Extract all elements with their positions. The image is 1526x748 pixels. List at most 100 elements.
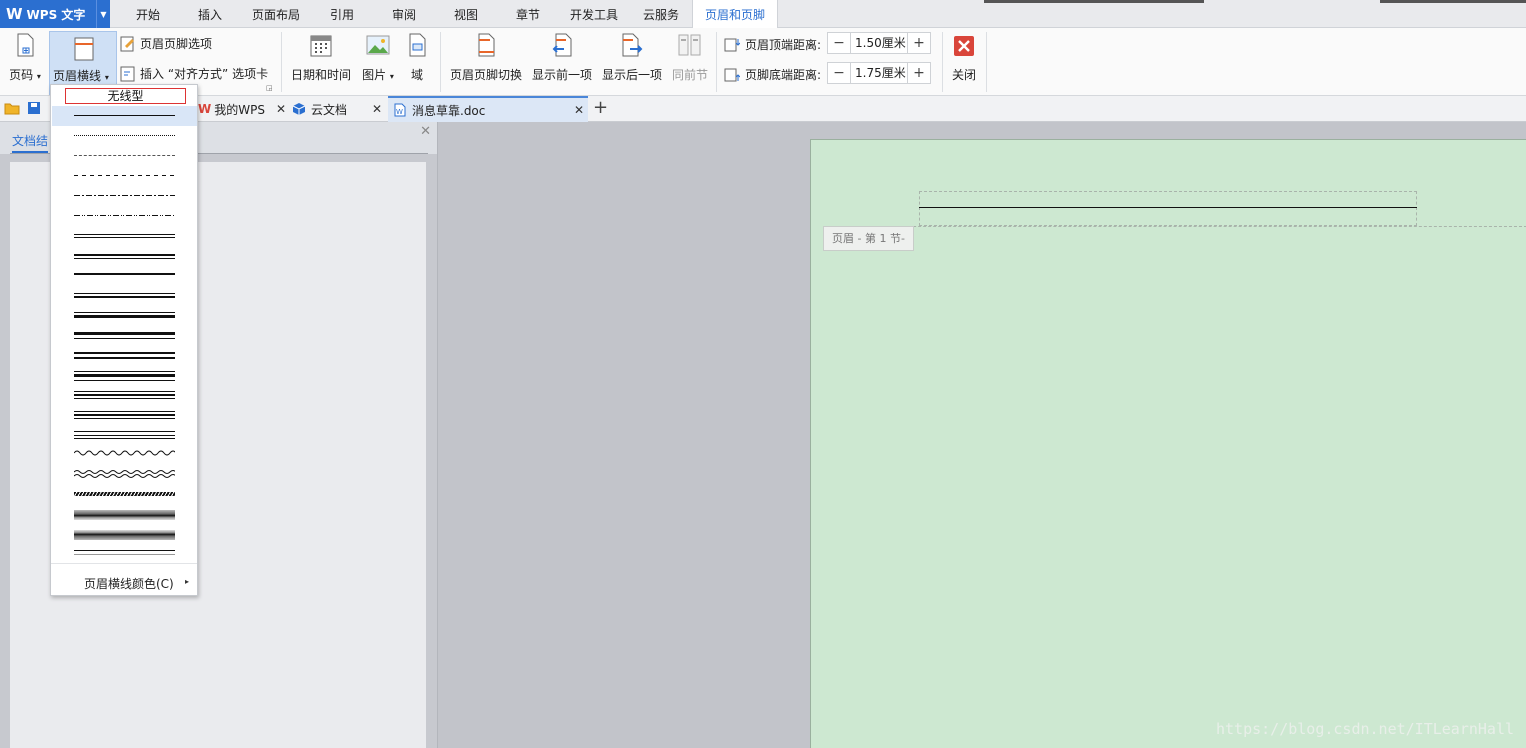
header-top-distance-label: 页眉顶端距离: xyxy=(745,38,822,52)
open-folder-icon[interactable] xyxy=(4,101,20,118)
save-icon[interactable] xyxy=(27,101,41,118)
line-style-single[interactable] xyxy=(74,115,175,116)
close-header-footer-button[interactable]: 关闭 xyxy=(948,32,980,83)
app-menu-button[interactable]: W WPS 文字 ▼ xyxy=(0,0,110,28)
line-style-double[interactable] xyxy=(74,234,175,238)
tab-start[interactable]: 开始 xyxy=(122,0,174,28)
cube-icon xyxy=(292,103,306,115)
header-top-distance-input[interactable]: 1.50厘米 xyxy=(850,33,908,53)
field-button[interactable]: 域 xyxy=(402,32,432,83)
tab-developer[interactable]: 开发工具 xyxy=(564,0,624,28)
tab-references[interactable]: 引用 xyxy=(318,0,366,28)
line-style-embossed[interactable] xyxy=(74,510,175,520)
header-area[interactable] xyxy=(919,191,1417,226)
line-style-double-wave[interactable] xyxy=(74,469,175,478)
show-previous-button[interactable]: 显示前一项 xyxy=(530,32,594,83)
ribbon: 页码 ▾ 页眉横线 ▾ 页眉页脚选项 插入 “对齐方式” 选项卡 ◲ 日期和时间 xyxy=(0,28,1526,96)
edit-page-icon xyxy=(120,36,134,51)
insert-align-tab-button[interactable]: 插入 “对齐方式” 选项卡 xyxy=(120,65,268,82)
same-as-previous-button[interactable]: 同前节 xyxy=(670,32,710,83)
header-line-icon xyxy=(74,37,94,61)
dialog-launcher-icon[interactable]: ◲ xyxy=(266,84,273,92)
footer-bottom-distance-input[interactable]: 1.75厘米 xyxy=(850,63,908,83)
tab-label: 云文档 xyxy=(311,102,348,117)
header-footer-switch-button[interactable]: 页眉页脚切换 xyxy=(448,32,524,83)
chevron-down-icon: ▾ xyxy=(389,72,394,81)
tab-review[interactable]: 审阅 xyxy=(380,0,428,28)
header-top-distance-stepper[interactable]: − 1.50厘米 + xyxy=(827,32,931,54)
line-style-engraved[interactable] xyxy=(74,530,175,540)
date-time-button[interactable]: 日期和时间 xyxy=(288,32,354,83)
show-next-button[interactable]: 显示后一项 xyxy=(600,32,664,83)
close-icon[interactable]: ✕ xyxy=(372,102,382,116)
document-page[interactable]: 页眉 - 第 1 节- https://blog.csdn.net/ITLear… xyxy=(810,139,1526,748)
line-style-wave[interactable] xyxy=(74,449,175,457)
ribbon-divider xyxy=(986,32,987,92)
line-style-triple[interactable] xyxy=(74,371,175,381)
insert-align-tab-label: 插入 “对齐方式” 选项卡 xyxy=(140,67,269,81)
line-style-double-fine[interactable] xyxy=(74,550,175,555)
close-icon[interactable]: ✕ xyxy=(574,103,584,117)
ribbon-divider xyxy=(440,32,441,92)
line-style-thin-thicker[interactable] xyxy=(74,312,175,318)
header-line-color-option[interactable]: 页眉横线颜色(C) xyxy=(84,575,174,592)
header-footer-options-label: 页眉页脚选项 xyxy=(140,37,213,51)
tab-label: 我的WPS xyxy=(214,102,265,117)
tab-document[interactable]: W 消息草靠.doc ✕ xyxy=(388,96,588,122)
tab-my-wps[interactable]: W 我的WPS ✕ xyxy=(198,96,290,122)
line-style-thick[interactable] xyxy=(74,273,175,275)
svg-text:W: W xyxy=(396,108,403,116)
chevron-down-icon[interactable]: ▼ xyxy=(96,0,110,28)
field-label: 域 xyxy=(410,68,423,82)
tab-header-footer[interactable]: 页眉和页脚 xyxy=(692,0,778,29)
increment-button[interactable]: + xyxy=(908,33,930,53)
increment-button[interactable]: + xyxy=(908,63,930,83)
decrement-button[interactable]: − xyxy=(828,63,850,83)
page-number-button[interactable]: 页码 ▾ xyxy=(6,32,44,83)
divider xyxy=(51,563,197,564)
tab-view[interactable]: 视图 xyxy=(442,0,490,28)
header-boundary xyxy=(823,226,1526,227)
header-distance-icon xyxy=(724,38,740,51)
line-style-hatched[interactable] xyxy=(74,492,175,496)
ribbon-divider xyxy=(281,32,282,92)
switch-icon xyxy=(478,33,495,57)
chevron-down-icon: ▾ xyxy=(36,72,41,81)
close-icon[interactable]: ✕ xyxy=(420,124,431,139)
line-style-triple-thin[interactable] xyxy=(74,391,175,399)
line-style-dash-dot-dot[interactable] xyxy=(74,215,175,216)
line-style-dotted[interactable] xyxy=(74,135,175,136)
tab-cloud-service[interactable]: 云服务 xyxy=(636,0,686,28)
header-section-tag: 页眉 - 第 1 节- xyxy=(823,226,914,251)
wps-logo-icon: W xyxy=(198,102,212,116)
line-style-double-thick[interactable] xyxy=(74,352,175,359)
header-line xyxy=(919,207,1417,208)
line-style-thin-thin-thin[interactable] xyxy=(74,431,175,439)
footer-distance-icon xyxy=(724,68,740,81)
tab-cloud-docs[interactable]: 云文档 ✕ xyxy=(292,96,386,122)
line-style-thick-thin[interactable] xyxy=(74,332,175,339)
tab-insert[interactable]: 插入 xyxy=(184,0,236,28)
picture-button[interactable]: 图片 ▾ xyxy=(358,32,398,83)
no-line-option[interactable]: 无线型 xyxy=(65,88,186,104)
close-icon xyxy=(954,36,974,56)
line-style-thin-thick[interactable] xyxy=(74,293,175,298)
close-icon[interactable]: ✕ xyxy=(276,102,286,116)
decrement-button[interactable]: − xyxy=(828,33,850,53)
doc-structure-tab[interactable]: 文档结 xyxy=(12,132,49,153)
line-style-double-thick-thin[interactable] xyxy=(74,254,175,259)
footer-bottom-distance-stepper[interactable]: − 1.75厘米 + xyxy=(827,62,931,84)
calendar-icon xyxy=(310,35,332,57)
line-style-thin-thick-thin[interactable] xyxy=(74,411,175,419)
line-style-dash-dot[interactable] xyxy=(74,195,175,196)
app-title: WPS 文字 xyxy=(26,7,86,22)
line-style-dashed[interactable] xyxy=(74,175,175,176)
line-style-fine-dashed[interactable] xyxy=(74,155,175,156)
document-tab-bar: W 我的WPS ✕ 云文档 ✕ W 消息草靠.doc ✕ + xyxy=(0,96,1526,122)
tab-page-layout[interactable]: 页面布局 xyxy=(244,0,308,28)
header-footer-options-button[interactable]: 页眉页脚选项 xyxy=(120,35,212,52)
tab-chapter[interactable]: 章节 xyxy=(504,0,552,28)
wps-logo-icon: W xyxy=(6,5,23,23)
new-tab-plus-icon[interactable]: + xyxy=(593,97,608,118)
picture-icon xyxy=(366,35,390,55)
